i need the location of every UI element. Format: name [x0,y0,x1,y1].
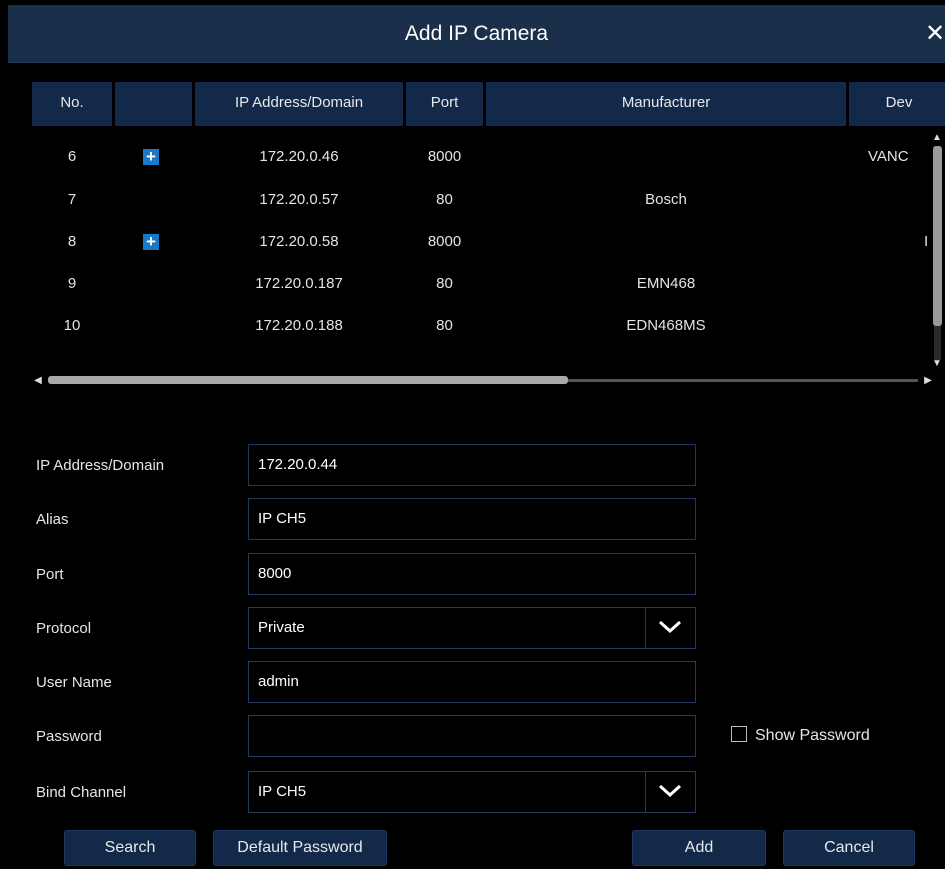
column-header-ip[interactable]: IP Address/Domain [195,82,403,126]
scroll-right-icon[interactable]: ▶ [922,375,934,387]
default-password-button[interactable]: Default Password [213,830,387,866]
table-row[interactable]: 9 172.20.0.187 80 EMN468 [32,264,932,304]
bind-channel-selected-value: IP CH5 [258,783,307,800]
row-device [868,306,932,346]
column-header-manufacturer[interactable]: Manufacturer [486,82,846,126]
alias-input[interactable]: IP CH5 [248,498,696,540]
column-header-device[interactable]: Dev [849,82,945,126]
row-port: 8000 [427,148,462,165]
row-ip: 172.20.0.57 [259,191,339,208]
column-header-add[interactable] [115,82,192,126]
dialog-title: Add IP Camera [404,22,549,45]
row-no: 6 [67,148,77,165]
protocol-selected-value: Private [258,619,305,636]
username-input[interactable]: admin [248,661,696,703]
row-manufacturer: EDN468MS [626,317,706,334]
row-no: 7 [67,191,77,208]
search-button[interactable]: Search [64,830,196,866]
dialog-titlebar: Add IP Camera ✕ [8,5,945,63]
add-device-plus-icon[interactable]: + [143,148,159,165]
table-row[interactable]: 8 + 172.20.0.58 8000 I [32,222,932,262]
vertical-scroll-thumb[interactable] [933,146,942,326]
bind-channel-select[interactable]: IP CH5 [248,771,696,813]
table-row[interactable]: 6 + 172.20.0.46 8000 VANC [32,137,932,177]
chevron-down-icon[interactable] [645,608,695,648]
row-port: 80 [436,317,453,334]
row-device: VANC [868,148,909,165]
close-icon[interactable]: ✕ [925,5,945,62]
scroll-up-icon[interactable]: ▲ [931,132,943,144]
row-no: 10 [63,317,81,334]
row-ip: 172.20.0.46 [259,148,339,165]
table-vertical-scrollbar[interactable]: ▲ ▼ [931,132,943,372]
alias-label: Alias [36,511,69,528]
table-row[interactable]: 7 172.20.0.57 80 Bosch [32,180,932,220]
protocol-label: Protocol [36,620,92,637]
row-port: 80 [436,275,453,292]
table-row[interactable]: 10 172.20.0.188 80 EDN468MS [32,306,932,346]
row-manufacturer [486,222,846,262]
bind-channel-label: Bind Channel [36,784,127,801]
password-label: Password [36,728,102,745]
checkbox-icon[interactable] [731,726,747,742]
row-ip: 172.20.0.58 [259,233,339,250]
row-manufacturer [486,137,846,177]
cancel-button[interactable]: Cancel [783,830,915,866]
device-table-body: 6 + 172.20.0.46 8000 VANC 7 172.20.0.57 … [32,134,932,364]
row-port: 8000 [427,233,462,250]
ip-address-input[interactable]: 172.20.0.44 [248,444,696,486]
horizontal-scroll-thumb[interactable] [48,376,568,384]
row-device [868,180,932,220]
port-label: Port [36,566,64,583]
chevron-down-icon[interactable] [645,772,695,812]
show-password-checkbox[interactable]: Show Password [731,726,870,745]
password-input[interactable] [248,715,696,757]
show-password-label: Show Password [755,727,870,744]
username-label: User Name [36,674,112,691]
add-ip-camera-dialog: Add IP Camera ✕ No. IP Address/Domain Po… [0,0,945,869]
protocol-select[interactable]: Private [248,607,696,649]
table-horizontal-scrollbar[interactable]: ◀ ▶ [32,375,937,387]
row-manufacturer: Bosch [645,191,687,208]
row-ip: 172.20.0.188 [255,317,343,334]
column-header-port[interactable]: Port [406,82,483,126]
port-input[interactable]: 8000 [248,553,696,595]
scroll-down-icon[interactable]: ▼ [931,358,943,370]
add-button[interactable]: Add [632,830,766,866]
column-header-no[interactable]: No. [32,82,112,126]
row-port: 80 [436,191,453,208]
add-device-plus-icon[interactable]: + [143,233,159,250]
row-ip: 172.20.0.187 [255,275,343,292]
row-manufacturer: EMN468 [636,275,696,292]
row-device [868,264,932,304]
row-no: 9 [67,275,77,292]
ip-address-label: IP Address/Domain [36,457,165,474]
scroll-left-icon[interactable]: ◀ [32,375,44,387]
device-table-header: No. IP Address/Domain Port Manufacturer … [32,82,945,126]
row-no: 8 [67,233,77,250]
